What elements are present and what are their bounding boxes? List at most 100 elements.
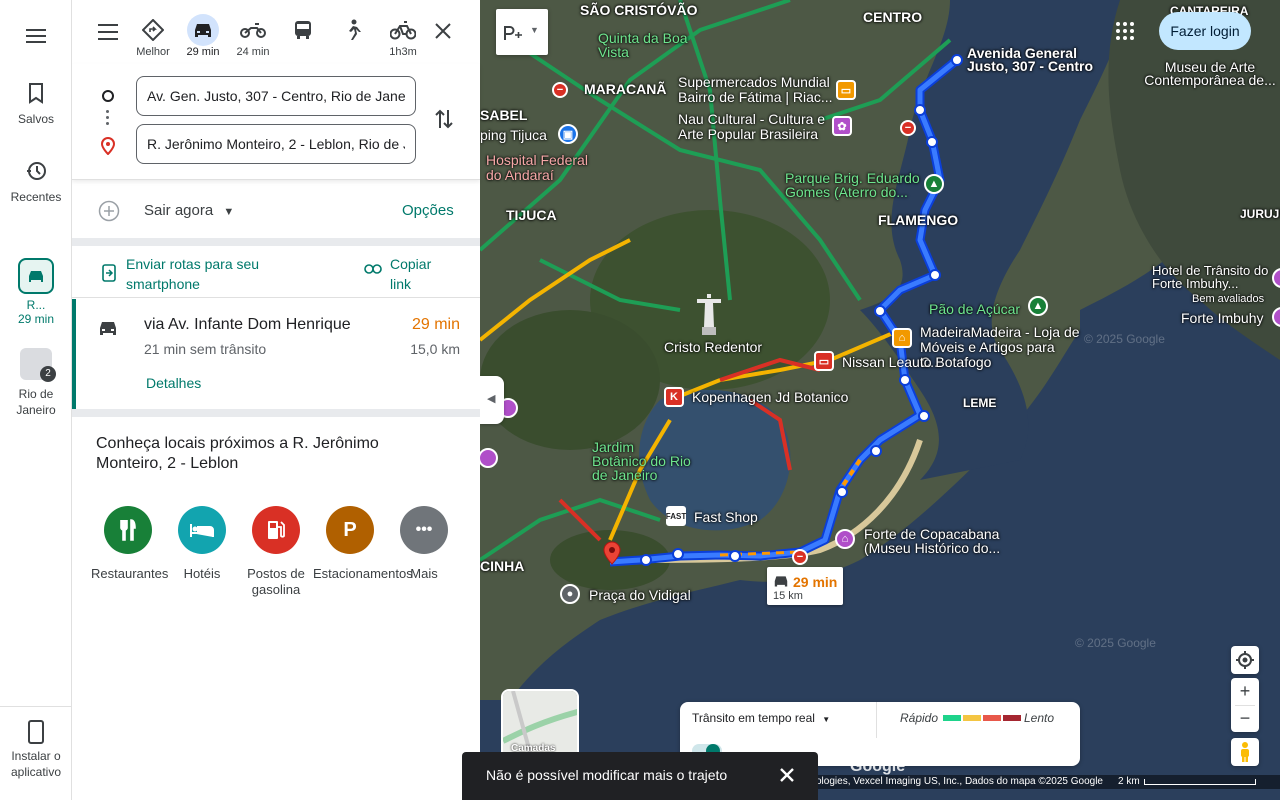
chevron-left-icon: ◀	[487, 393, 496, 405]
hotel-icon	[178, 506, 226, 554]
map-label-cristo: Cristo Redentor	[664, 339, 763, 355]
shop-marker-icon[interactable]: K	[664, 387, 684, 407]
menu-button[interactable]	[0, 26, 72, 46]
map-label-museu: Museu de Arte Contemporânea de...	[1144, 59, 1276, 88]
bike-icon	[387, 14, 419, 46]
category-label: Mais	[410, 566, 438, 581]
museum-marker-icon[interactable]: ⌂	[835, 529, 855, 549]
layers-button[interactable]: Camadas	[501, 689, 579, 761]
apps-button[interactable]	[1116, 22, 1134, 45]
car-dealer-marker-icon[interactable]: ▭	[814, 351, 834, 371]
origin-circle-icon	[102, 90, 114, 102]
map-canvas	[480, 0, 1280, 800]
recent-route-label: R...	[26, 298, 46, 312]
depart-now-dropdown[interactable]: Sair agora ▼	[144, 202, 234, 219]
google-logo: Google	[850, 758, 906, 775]
park-marker-icon[interactable]: ▲	[924, 174, 944, 194]
map-label-flamengo: FLAMENGO	[878, 212, 959, 228]
category-label: Restaurantes	[91, 566, 169, 581]
place-marker-icon[interactable]: ●	[560, 584, 580, 604]
mode-transit[interactable]	[278, 14, 328, 46]
side-rail: Salvos Recentes R... 29 min 2 Rio de Jan…	[0, 0, 72, 800]
closure-marker-icon: −	[792, 549, 808, 565]
recent-route-item[interactable]: R... 29 min	[0, 258, 72, 326]
map-view[interactable]: SÃO CRISTÓVÃO CENTRO MARACANÃ SABEL TIJU…	[480, 0, 1280, 800]
close-directions-button[interactable]	[434, 22, 452, 45]
route-option-card[interactable]: via Av. Infante Dom Henrique 29 min 21 m…	[72, 299, 480, 409]
send-to-phone-link[interactable]: Enviar rotas para seu smartphone	[126, 254, 296, 294]
map-label-bem-avaliados: Bem avaliados	[1192, 293, 1265, 305]
departure-row: Sair agora ▼ Opções	[72, 180, 480, 238]
category-label: Hotéis	[183, 566, 221, 581]
shopping-marker-icon[interactable]: ▣	[558, 124, 578, 144]
culture-marker-icon[interactable]: ✿	[832, 116, 852, 136]
my-location-button[interactable]	[1231, 646, 1259, 674]
route-via: via Av. Infante Dom Henrique	[144, 316, 351, 333]
store-marker-icon[interactable]: ⌂	[892, 328, 912, 348]
phone-icon	[28, 720, 44, 744]
directions-panel: Melhor 29 min 24 min 1h3m Av. Gen. Justo…	[72, 0, 480, 800]
copy-link[interactable]: Copiar link	[390, 254, 450, 294]
category-hotels[interactable]: Hotéis	[165, 506, 239, 582]
car-icon	[774, 576, 788, 587]
swap-button[interactable]	[434, 108, 454, 135]
mountain-marker-icon[interactable]: ▲	[1028, 296, 1048, 316]
closure-marker-icon: −	[900, 120, 916, 136]
category-label: Postos de gasolina	[247, 566, 305, 597]
map-label-sabel: SABEL	[480, 107, 528, 123]
mode-drive[interactable]: 29 min	[178, 14, 228, 58]
map-label-quinta: Quinta da Boa Vista	[598, 30, 688, 60]
close-icon	[780, 768, 794, 782]
saved-button[interactable]: Salvos	[0, 82, 72, 126]
mode-walk[interactable]	[328, 14, 378, 46]
street-view-pegman[interactable]	[1231, 738, 1259, 766]
store-marker-icon[interactable]: FAST	[666, 506, 686, 526]
snackbar-close-button[interactable]	[778, 766, 796, 787]
panel-menu-button[interactable]	[98, 22, 118, 47]
caret-down-icon: ▼	[822, 715, 831, 724]
scale-label: 2 km	[1118, 776, 1140, 787]
route-note: 21 min sem trânsito	[144, 341, 267, 357]
rail-divider	[0, 706, 72, 707]
traffic-swatch-medium	[963, 715, 981, 721]
mode-motorcycle-label: 24 min	[236, 46, 270, 58]
map-type-toggle[interactable]: ▼	[496, 9, 548, 55]
route-inputs	[72, 64, 480, 180]
map-label-nissan: Nissan Leauto Botafogo	[842, 354, 992, 370]
route-badge-time: 29 min	[793, 574, 838, 590]
install-label: Instalar o aplicativo	[10, 749, 62, 779]
zoom-in-button[interactable]: +	[1231, 678, 1259, 705]
supermarket-marker-icon[interactable]: ▭	[836, 80, 856, 100]
mode-motorcycle[interactable]: 24 min	[228, 14, 278, 58]
send-to-phone-icon	[102, 264, 116, 282]
destination-input[interactable]	[136, 124, 416, 164]
mode-best[interactable]: Melhor	[128, 14, 178, 58]
caret-down-icon: ▼	[223, 206, 235, 218]
traffic-fast-label: Rápido	[900, 711, 939, 725]
closure-marker-icon: −	[552, 82, 568, 98]
map-label-centro: CENTRO	[863, 9, 923, 25]
motorcycle-icon	[237, 14, 269, 46]
recent-place-item[interactable]: 2 Rio de Janeiro	[0, 348, 72, 418]
walk-icon	[337, 14, 369, 46]
pegman-icon	[1241, 742, 1249, 762]
zoom-out-button[interactable]: −	[1231, 705, 1259, 732]
details-link[interactable]: Detalhes	[146, 375, 201, 391]
mode-bike[interactable]: 1h3m	[378, 14, 428, 58]
route-time-badge[interactable]: 29 min 15 km	[767, 567, 843, 605]
place-thumbnail: 2	[20, 348, 56, 382]
category-more[interactable]: ••• Mais	[387, 506, 461, 582]
options-link[interactable]: Opções	[402, 202, 454, 219]
category-gas[interactable]: Postos de gasolina	[239, 506, 313, 598]
map-label-leme: LEME	[963, 396, 997, 410]
origin-input[interactable]	[136, 76, 416, 116]
category-parking[interactable]: P Estacionamentos	[313, 506, 413, 582]
collapse-panel-button[interactable]: ◀	[480, 376, 504, 424]
add-destination-icon[interactable]	[98, 200, 120, 222]
category-restaurants[interactable]: Restaurantes	[91, 506, 169, 582]
scale-bar	[1144, 779, 1256, 785]
install-app-button[interactable]: Instalar o aplicativo	[0, 720, 72, 780]
login-button[interactable]: Fazer login	[1159, 12, 1251, 50]
traffic-layer-dropdown[interactable]: Trânsito em tempo real ▼	[692, 711, 830, 725]
recents-button[interactable]: Recentes	[0, 160, 72, 204]
